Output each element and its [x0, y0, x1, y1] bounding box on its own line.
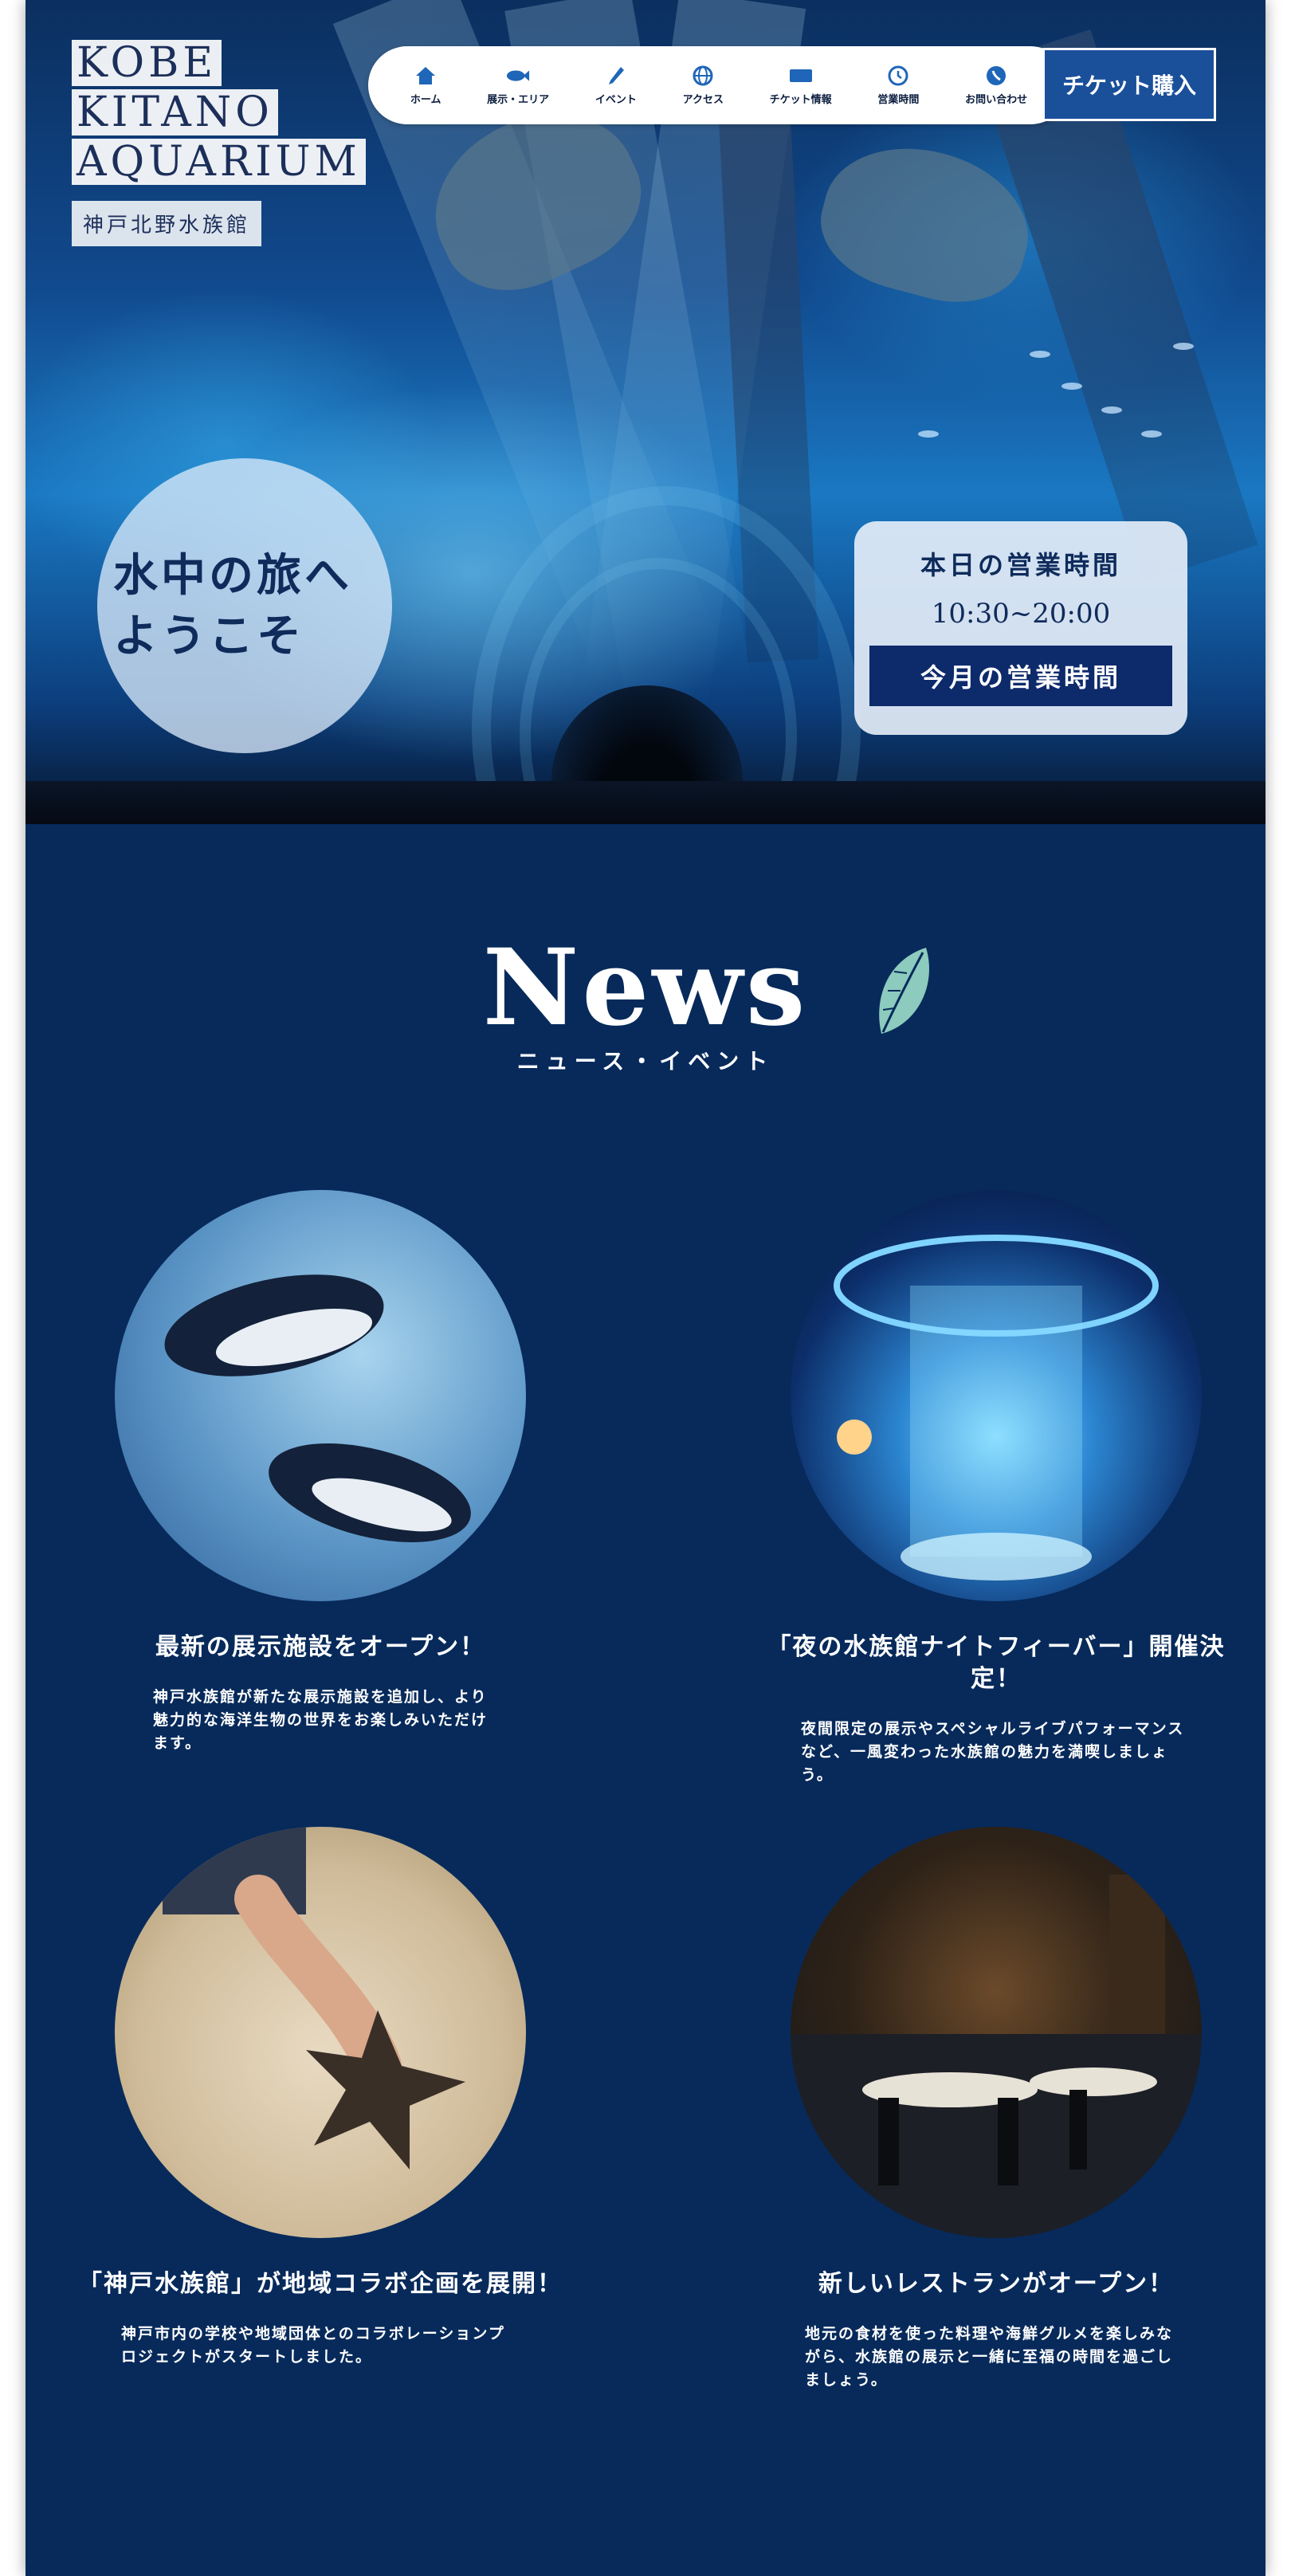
hero-section: KOBE KITANO AQUARIUM 神戸北野水族館 ホーム 展示・エリア — [26, 0, 1265, 824]
logo-line-aquarium: AQUARIUM — [72, 139, 366, 185]
logo-line-kobe: KOBE — [72, 40, 222, 86]
hours-time: 10:30~20:00 — [931, 598, 1111, 630]
news-body: 夜間限定の展示やスペシャルライブパフォーマンスなど、一風変わった水族館の魅力を満… — [801, 1720, 1185, 1784]
leaf-icon — [879, 948, 929, 1034]
nav-item-events[interactable]: イベント — [595, 65, 637, 106]
monthly-hours-button[interactable]: 今月の営業時間 — [869, 646, 1172, 706]
news-title: 「夜の水族館ナイトフィーバー」開催決定！ — [767, 1633, 1226, 1693]
fish-shape — [1030, 351, 1050, 358]
news-body: 神戸市内の学校や地域団体とのコラボレーションプロジェクトがスタートしました。 — [121, 2325, 505, 2366]
nav-label: 営業時間 — [877, 93, 920, 106]
logo-line-kitano: KITANO — [72, 89, 278, 135]
nav-item-home[interactable]: ホーム — [410, 65, 441, 106]
nav-label: アクセス — [682, 93, 724, 106]
site-logo[interactable]: KOBE KITANO AQUARIUM 神戸北野水族館 — [72, 40, 406, 246]
fish-icon — [506, 65, 530, 86]
nav-label: イベント — [594, 93, 637, 106]
news-body: 地元の食材を使った料理や海鮮グルメを楽しみながら、水族館の展示と一緒に至福の時間… — [805, 2325, 1174, 2389]
news-body: 神戸水族館が新たな展示施設を追加し、より魅力的な海洋生物の世界をお楽しみいただけ… — [153, 1688, 489, 1752]
fish-shape — [1101, 406, 1122, 414]
night-show-photo — [791, 1190, 1202, 1601]
home-icon — [414, 65, 438, 86]
ticket-purchase-button[interactable]: チケット購入 — [1042, 48, 1216, 121]
orca-photo — [115, 1190, 526, 1601]
restaurant-photo — [791, 1827, 1202, 2238]
hours-card: 本日の営業時間 10:30~20:00 今月の営業時間 — [854, 521, 1187, 735]
tunnel-floor — [26, 781, 1265, 824]
nav-label: ホーム — [410, 93, 441, 106]
news-title: 最新の展示施設をオープン！ — [155, 1633, 486, 1661]
nav-label: チケット情報 — [769, 93, 832, 106]
page: KOBE KITANO AQUARIUM 神戸北野水族館 ホーム 展示・エリア — [26, 0, 1265, 2576]
clock-icon — [886, 65, 910, 86]
main-nav: ホーム 展示・エリア イベント アクセス チケット情報 営業時間 お問い合わせ — [368, 46, 1069, 124]
ticket-icon — [789, 65, 813, 86]
nav-item-contact[interactable]: お問い合わせ — [965, 65, 1027, 106]
hours-title: 本日の営業時間 — [920, 550, 1121, 580]
pen-icon — [604, 65, 628, 86]
news-card[interactable]: 最新の展示施設をオープン！ 神戸水族館が新たな展示施設を追加し、より魅力的な海洋… — [73, 1190, 567, 1755]
nav-item-exhibits[interactable]: 展示・エリア — [487, 65, 549, 106]
nav-item-access[interactable]: アクセス — [683, 65, 724, 106]
welcome-line-1: 水中の旅へ — [113, 549, 352, 602]
news-card[interactable]: 「夜の水族館ナイトフィーバー」開催決定！ 夜間限定の展示やスペシャルライブパフォ… — [749, 1190, 1243, 1787]
news-heading: News — [482, 926, 809, 1050]
news-title: 「神戸水族館」が地域コラボ企画を展開！ — [78, 2270, 563, 2298]
globe-icon — [691, 65, 715, 86]
starfish-photo — [115, 1827, 526, 2238]
nav-item-tickets[interactable]: チケット情報 — [770, 65, 832, 106]
fish-shape — [1061, 383, 1082, 390]
fish-shape — [1173, 343, 1194, 350]
news-card[interactable]: 「神戸水族館」が地域コラボ企画を展開！ 神戸市内の学校や地域団体とのコラボレーシ… — [73, 1827, 567, 2369]
logo-subtitle: 神戸北野水族館 — [72, 201, 262, 246]
fish-shape — [1141, 430, 1162, 438]
nav-label: お問い合わせ — [965, 93, 1028, 106]
welcome-line-2: ようこそ — [113, 610, 304, 662]
welcome-circle: 水中の旅へ ようこそ — [97, 458, 392, 753]
news-subheading: ニュース・イベント — [516, 1048, 775, 1074]
nav-item-hours[interactable]: 営業時間 — [877, 65, 919, 106]
news-card[interactable]: 新しいレストランがオープン！ 地元の食材を使った料理や海鮮グルメを楽しみながら、… — [749, 1827, 1243, 2392]
news-title: 新しいレストランがオープン！ — [818, 2270, 1175, 2298]
fish-shape — [918, 430, 939, 438]
nav-label: 展示・エリア — [487, 93, 550, 106]
phone-icon — [984, 65, 1008, 86]
